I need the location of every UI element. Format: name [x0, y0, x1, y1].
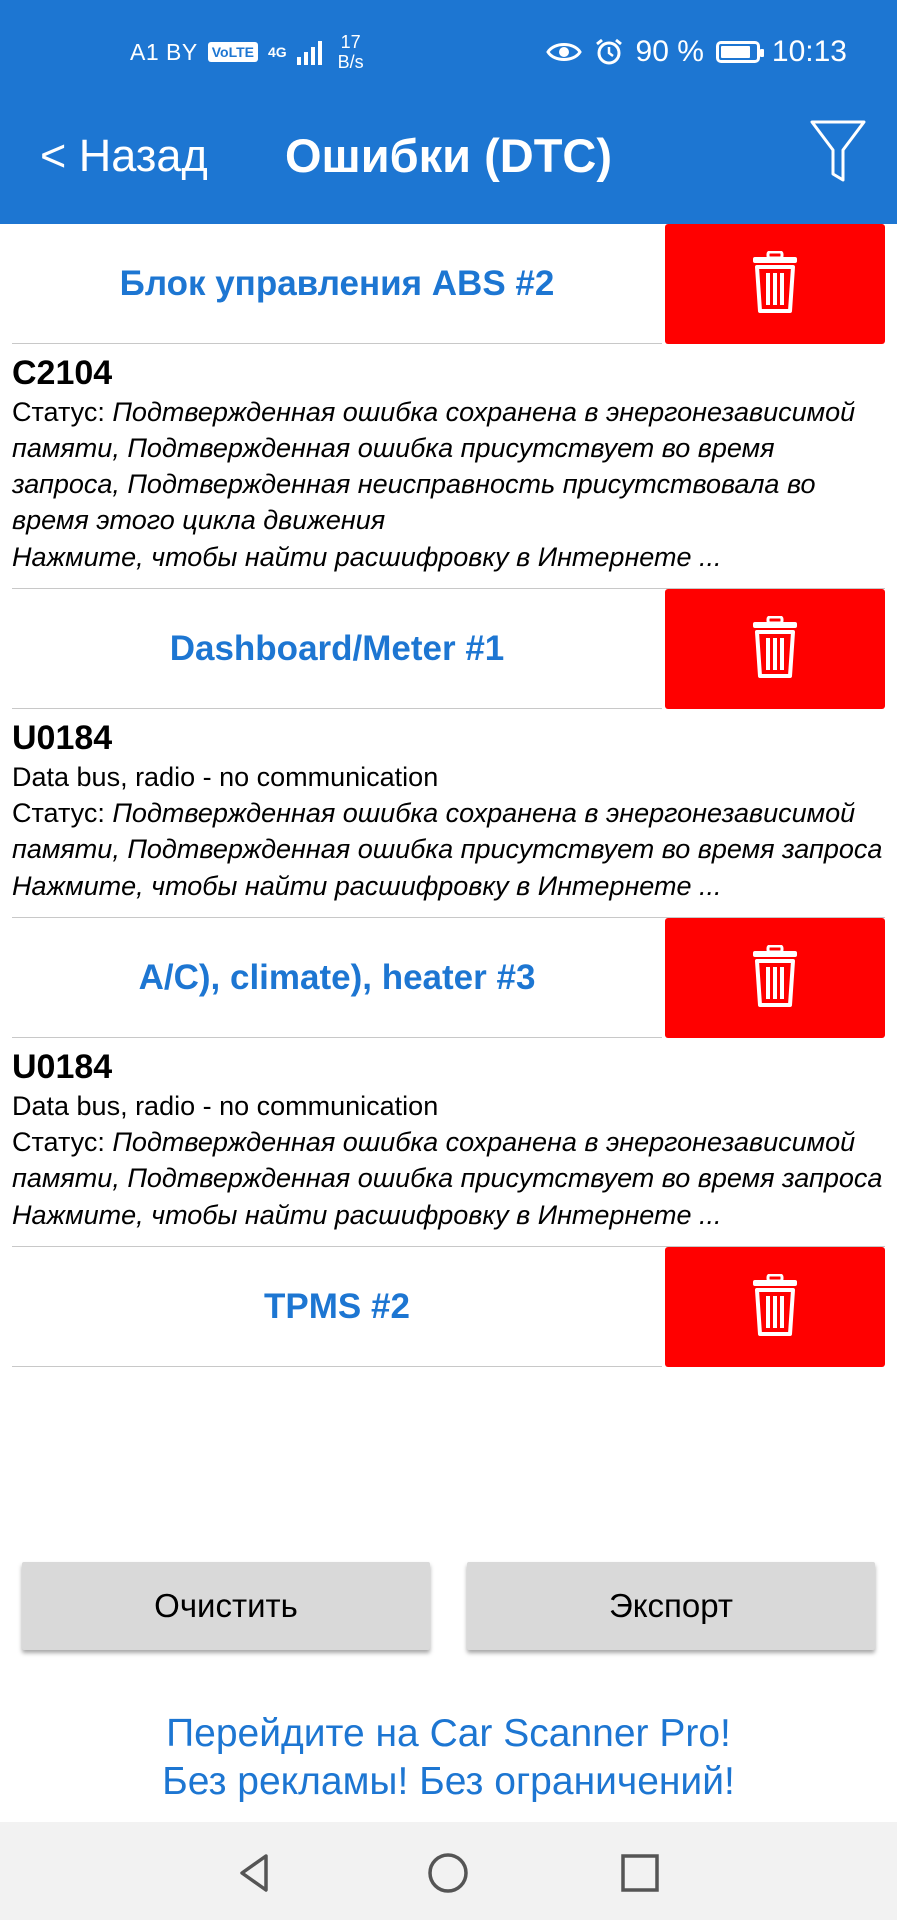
network-type: 4G: [267, 44, 287, 60]
status-label: Статус:: [12, 1127, 113, 1157]
export-button[interactable]: Экспорт: [467, 1562, 875, 1650]
dtc-list[interactable]: Блок управления ABS #2 C2104 Статус: Подтв…: [0, 224, 897, 1504]
module-header: Dashboard/Meter #1: [0, 589, 897, 709]
status-right: 90 % 10:13: [545, 30, 847, 74]
divider: [12, 343, 662, 344]
dtc-code: U0184: [12, 719, 113, 757]
status-label: Статус:: [12, 397, 113, 427]
module-title: TPMS #2: [264, 1287, 410, 1326]
carrier-label: A1 BY: [130, 38, 198, 65]
module-header: A/C), climate), heater #3: [0, 918, 897, 1038]
trash-icon: [751, 1273, 799, 1341]
delete-button[interactable]: [665, 224, 885, 344]
network-speed: 17 B/s: [338, 32, 364, 72]
nav-home-icon[interactable]: [423, 1848, 473, 1898]
dtc-description: Data bus, radio - no communication: [12, 1091, 439, 1121]
promo-link[interactable]: Перейдите на Car Scanner Pro! Без реклам…: [0, 1710, 897, 1806]
filter-icon[interactable]: [809, 118, 867, 184]
status-text: Подтвержденная ошибка сохранена в энерго…: [12, 798, 883, 864]
module-title: A/C), climate), heater #3: [138, 958, 536, 997]
divider: [12, 708, 662, 709]
status-text: Подтвержденная ошибка сохранена в энерго…: [12, 1127, 883, 1193]
page-title: Ошибки (DTC): [284, 129, 613, 182]
trash-icon: [751, 615, 799, 683]
search-online-link[interactable]: Нажмите, чтобы найти расшифровку в Интер…: [12, 538, 885, 576]
module-header: TPMS #2: [0, 1247, 897, 1367]
status-left: A1 BY VoLTE 4G 17 B/s: [130, 30, 364, 74]
nav-back-icon[interactable]: [230, 1848, 280, 1898]
trash-icon: [751, 250, 799, 318]
dtc-item[interactable]: C2104 Статус: Подтвержденная ошибка сохра…: [0, 344, 897, 588]
clock: 10:13: [771, 35, 847, 68]
app-header: A1 BY VoLTE 4G 17 B/s 90 % 10:13 < Назад…: [0, 0, 897, 224]
delete-button[interactable]: [665, 918, 885, 1038]
dtc-item[interactable]: U0184 Data bus, radio - no communication С…: [0, 709, 897, 917]
alarm-icon: [595, 38, 622, 65]
dtc-item[interactable]: U0184 Data bus, radio - no communication С…: [0, 1038, 897, 1246]
module-title: Блок управления ABS #2: [119, 264, 555, 303]
battery-icon: [715, 41, 764, 63]
status-label: Статус:: [12, 798, 113, 828]
search-online-link[interactable]: Нажмите, чтобы найти расшифровку в Интер…: [12, 1196, 885, 1234]
dtc-status: Статус: Подтвержденная ошибка сохранена …: [12, 795, 885, 867]
status-bar: A1 BY VoLTE 4G 17 B/s 90 % 10:13: [0, 0, 897, 100]
speed-unit: B/s: [337, 52, 364, 72]
trash-icon: [751, 944, 799, 1012]
divider: [12, 1366, 662, 1367]
clear-button[interactable]: Очистить: [22, 1562, 430, 1650]
delete-button[interactable]: [665, 589, 885, 709]
search-online-link[interactable]: Нажмите, чтобы найти расшифровку в Интер…: [12, 867, 885, 905]
system-nav-bar: [0, 1822, 897, 1920]
status-text: Подтвержденная ошибка сохранена в энерго…: [12, 397, 856, 535]
signal-icon: [296, 39, 322, 65]
module-title: Dashboard/Meter #1: [169, 629, 505, 668]
battery-percent: 90 %: [635, 35, 704, 68]
dtc-code: U0184: [12, 1048, 113, 1086]
nav-recents-icon[interactable]: [615, 1848, 665, 1898]
dtc-status: Статус: Подтвержденная ошибка сохранена …: [12, 1124, 885, 1196]
promo-line-2: Без рекламы! Без ограничений!: [162, 1760, 735, 1803]
promo-line-1: Перейдите на Car Scanner Pro!: [166, 1712, 731, 1755]
module-header: Блок управления ABS #2: [0, 224, 897, 344]
volte-badge: VoLTE: [207, 42, 258, 62]
divider: [12, 1037, 662, 1038]
eye-icon: [545, 43, 582, 61]
dtc-description: Data bus, radio - no communication: [12, 762, 439, 792]
dtc-code: C2104: [12, 354, 113, 392]
delete-button[interactable]: [665, 1247, 885, 1367]
speed-value: 17: [340, 32, 361, 52]
dtc-status: Статус: Подтвержденная ошибка сохранена …: [12, 394, 885, 538]
